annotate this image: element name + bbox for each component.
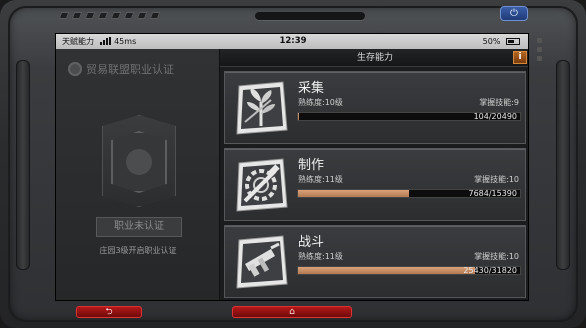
skill-progress-text: 7684/15390	[468, 189, 517, 198]
screen: 天赋能力 45ms 12:39 50% 贸易联盟职业认证 职业未认证 庄园3级开…	[55, 33, 529, 301]
gathering-icon	[236, 81, 288, 135]
skill-progress-fill	[298, 113, 300, 120]
alliance-title: 贸易联盟职业认证	[68, 61, 174, 77]
back-icon: ⮌	[105, 307, 113, 317]
home-button[interactable]: ⌂	[232, 306, 352, 318]
crafting-icon	[236, 158, 288, 212]
info-button[interactable]: i	[513, 51, 527, 64]
skill-progress-bar: 7684/15390	[297, 189, 521, 198]
skill-level: 熟练度:11级	[298, 175, 343, 184]
decorative-studs	[58, 12, 161, 19]
skill-card-crafting[interactable]: 制作 熟练度:11级 掌握技能:10 7684/15390	[224, 148, 526, 221]
skill-card-gathering[interactable]: 采集 熟练度:10级 掌握技能:9 104/20490	[224, 71, 526, 144]
certification-panel: 贸易联盟职业认证 职业未认证 庄园3级开启职业认证	[56, 49, 220, 300]
home-icon: ⌂	[289, 307, 295, 317]
skill-progress-text: 104/20490	[473, 112, 517, 121]
skill-card-combat[interactable]: 战斗 熟练度:11级 掌握技能:10 25430/31820	[224, 225, 526, 298]
power-icon: ⏻	[510, 8, 518, 19]
skill-name: 战斗	[298, 235, 325, 250]
section-title: 生存能力	[356, 53, 393, 63]
power-button[interactable]: ⏻	[500, 6, 528, 21]
skill-progress-fill	[298, 190, 409, 197]
back-button[interactable]: ⮌	[76, 306, 142, 318]
side-dots	[537, 38, 542, 61]
section-header: 生存能力 i	[220, 49, 528, 67]
skill-progress-bar: 104/20490	[297, 112, 521, 121]
device-frame: ⏻ 天赋能力 45ms 12:39 50% 贸易联盟职业认证 职业未认证 庄园3…	[0, 0, 586, 328]
skill-progress-text: 25430/31820	[463, 266, 517, 275]
right-grip	[556, 60, 570, 270]
battery-status: 50%	[483, 34, 520, 49]
unlock-hint: 庄园3级开启职业认证	[99, 246, 177, 255]
skill-progress-bar: 25430/31820	[297, 266, 521, 275]
top-slot	[255, 12, 365, 20]
battery-icon	[506, 38, 520, 45]
alliance-title-text: 贸易联盟职业认证	[86, 63, 174, 76]
status-bar: 天赋能力 45ms 12:39 50%	[56, 34, 528, 49]
skill-name: 采集	[298, 81, 325, 96]
clock: 12:39	[279, 36, 307, 46]
left-grip	[16, 60, 30, 270]
alliance-logo-icon	[68, 62, 82, 76]
skill-mastery: 掌握技能:10	[474, 252, 519, 261]
skill-mastery: 掌握技能:10	[474, 175, 519, 184]
certification-button[interactable]: 职业未认证	[96, 217, 182, 237]
skill-mastery: 掌握技能:9	[479, 98, 519, 107]
skill-progress-fill	[298, 267, 476, 274]
skill-name: 制作	[298, 158, 325, 173]
skill-level: 熟练度:11级	[298, 252, 343, 261]
battery-percent: 50%	[482, 37, 501, 46]
skill-level: 熟练度:10级	[298, 98, 343, 107]
combat-icon	[236, 235, 288, 289]
badge-emblem-icon	[126, 149, 152, 175]
survival-skills-panel: 生存能力 i 采集 熟练度:10级 掌握技能:9 104/20490 制作 熟练…	[220, 49, 528, 300]
